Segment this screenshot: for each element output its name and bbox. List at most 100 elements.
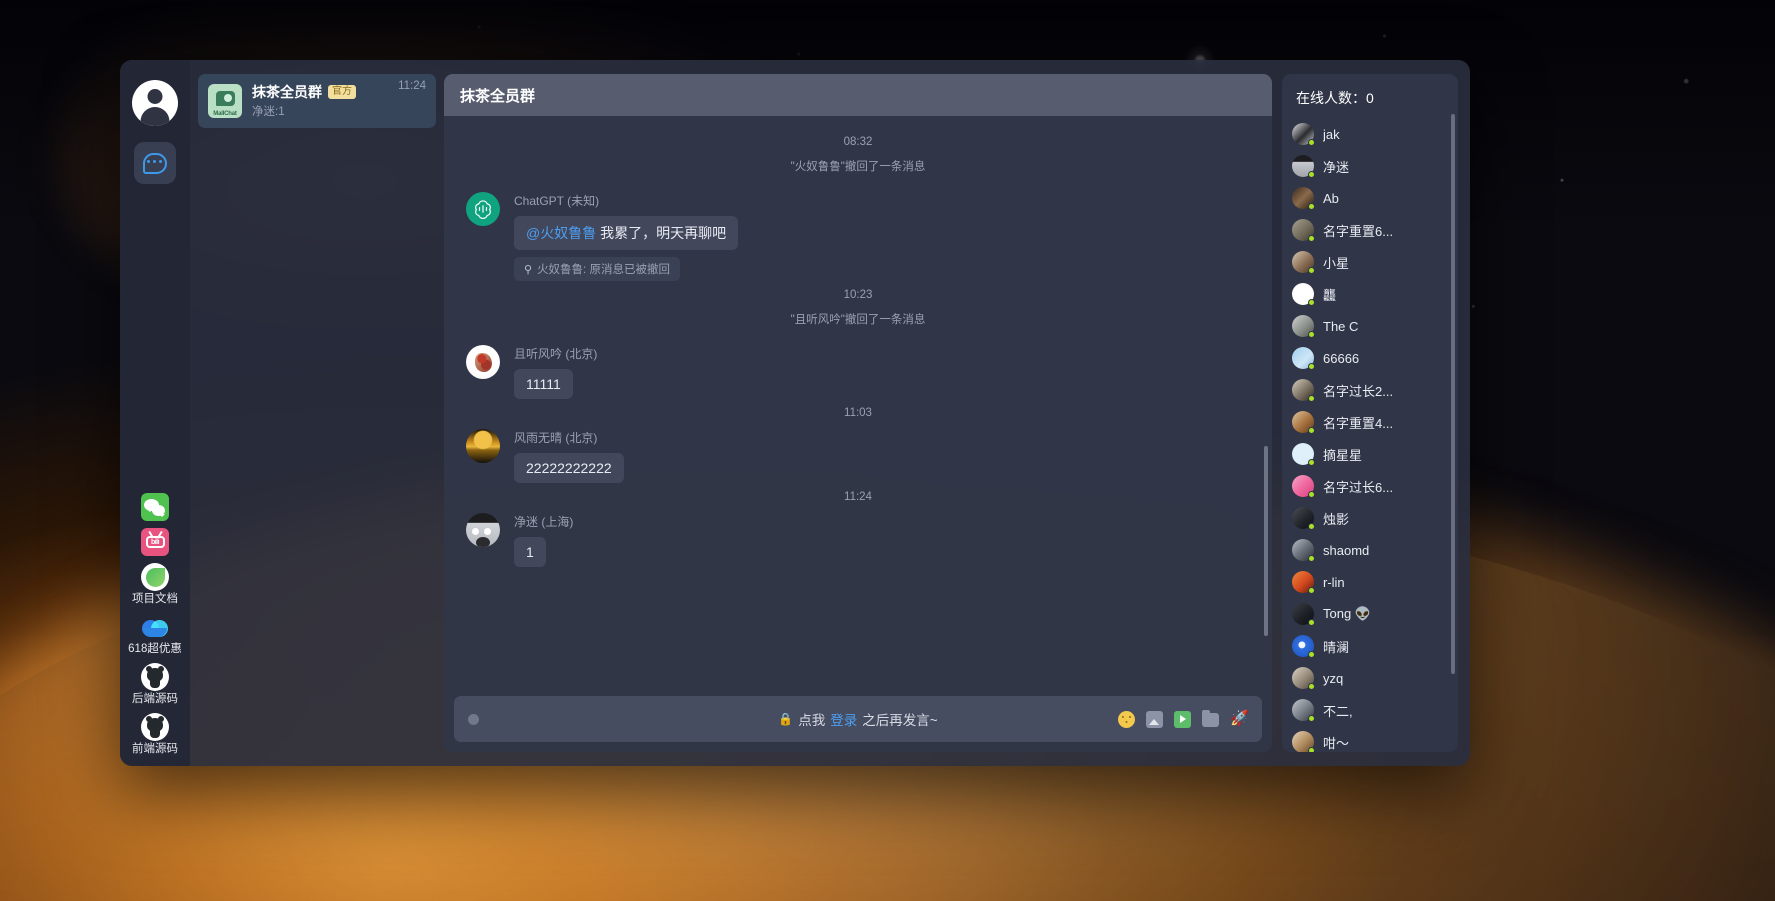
member-avatar (1292, 507, 1315, 530)
message-scrollbar[interactable] (1264, 446, 1268, 636)
member-avatar[interactable] (466, 513, 500, 547)
member-name: 咁～ (1323, 735, 1350, 751)
member-avatar[interactable] (466, 429, 500, 463)
composer-avatar-dot (468, 713, 479, 725)
message-bubble[interactable]: 11111 (514, 369, 573, 399)
shortcut-yuque[interactable]: 项目文档 (132, 563, 178, 606)
image-icon[interactable] (1146, 710, 1163, 728)
timestamp-divider: 08:32 (843, 136, 873, 148)
online-status-dot (1308, 267, 1315, 274)
emoji-icon[interactable] (1118, 710, 1135, 728)
member-list-item[interactable]: shaomd (1292, 534, 1458, 566)
shortcut-github-backend[interactable]: 后端源码 (132, 663, 178, 706)
chat-header: 抹茶全员群 (444, 74, 1272, 116)
member-list-item[interactable]: 净迷 (1292, 150, 1458, 182)
online-status-dot (1308, 619, 1315, 626)
message-bubble[interactable]: @火奴鲁鲁 我累了，明天再聊吧 (514, 216, 739, 250)
member-list-item[interactable]: yzq (1292, 662, 1458, 694)
member-avatar (1292, 571, 1315, 594)
bilibili-icon: bili (141, 528, 169, 556)
app-shortcuts: bili 项目文档 618超优惠 后端源码 前端源码 (120, 493, 190, 756)
message-bubble[interactable]: 22222222222 (514, 453, 624, 483)
member-list-item[interactable]: 烛影 (1292, 502, 1458, 534)
message-bubble[interactable]: 1 (514, 537, 546, 567)
timestamp-divider: 11:24 (844, 491, 872, 503)
message-body: 净迷 (上海) 1 (514, 513, 573, 567)
official-badge: 官方 (328, 85, 356, 99)
shortcut-github-frontend-label: 前端源码 (132, 743, 178, 755)
member-avatar (1292, 667, 1315, 690)
shortcut-yuque-label: 项目文档 (132, 593, 178, 605)
member-name: yzq (1323, 670, 1344, 686)
conversation-title: 抹茶全员群 (252, 84, 322, 100)
conversation-meta: 抹茶全员群 官方 净迷:1 (252, 82, 388, 120)
member-list-item[interactable]: 咁～ (1292, 726, 1458, 752)
message-row: 且听风吟 (北京) 11111 (466, 345, 1250, 399)
member-avatar (1292, 443, 1315, 466)
left-icon-rail: bili 项目文档 618超优惠 后端源码 前端源码 (120, 60, 190, 766)
login-link[interactable]: 登录 (830, 709, 857, 729)
member-name: Ab (1323, 190, 1339, 206)
member-list-item[interactable]: 小星 (1292, 246, 1458, 278)
member-avatar (1292, 187, 1315, 210)
lock-icon: 🔒 (778, 712, 794, 726)
member-list-item[interactable]: 66666 (1292, 342, 1458, 374)
message-row: 风雨无晴 (北京) 22222222222 (466, 429, 1250, 483)
member-avatar (1292, 155, 1315, 178)
member-list[interactable]: jak 净迷 Ab 名字重置6... 小星龘 The C 66666 名字过长2... 名字重置… (1282, 118, 1458, 752)
member-avatar (1292, 699, 1315, 722)
shortcut-wechat[interactable] (141, 493, 169, 521)
member-name: 龘 (1323, 287, 1337, 303)
video-icon[interactable] (1174, 710, 1191, 728)
online-status-dot (1308, 427, 1315, 434)
user-avatar[interactable] (132, 80, 178, 126)
member-list-item[interactable]: 名字过长2... (1292, 374, 1458, 406)
member-avatar (1292, 475, 1315, 498)
online-status-dot (1308, 235, 1315, 242)
member-list-item[interactable]: 晴澜 (1292, 630, 1458, 662)
message-body: ChatGPT (未知) @火奴鲁鲁 我累了，明天再聊吧 ⚲ 火奴鲁鲁: 原消息… (514, 192, 739, 281)
member-avatar (1292, 251, 1315, 274)
nav-chat-button[interactable] (134, 142, 176, 184)
member-name: 摘星星 (1323, 447, 1363, 463)
online-status-dot (1308, 587, 1315, 594)
member-list-item[interactable]: 名字重置6... (1292, 214, 1458, 246)
member-avatar (1292, 379, 1315, 402)
conversation-item[interactable]: MallChat 抹茶全员群 官方 净迷:1 11:24 (198, 74, 436, 128)
member-name: The C (1323, 318, 1359, 334)
member-list-item[interactable]: Tong 👽 (1292, 598, 1458, 630)
message-composer[interactable]: 🔒 点我 登录 之后再发言~ 🚀 (454, 696, 1262, 742)
member-list-item[interactable]: 龘 (1292, 278, 1458, 310)
member-name: 烛影 (1323, 511, 1350, 527)
member-name: 不二, (1323, 703, 1353, 719)
member-avatar[interactable] (466, 345, 500, 379)
chat-panel: 抹茶全员群 08:32 "火奴鲁鲁"撤回了一条消息 ChatGPT (未知) @… (444, 74, 1272, 752)
online-status-dot (1308, 459, 1315, 466)
member-name: 名字过长6... (1323, 479, 1394, 495)
wechat-icon (141, 493, 169, 521)
mention[interactable]: @火奴鲁鲁 (526, 225, 596, 241)
member-name: 小星 (1323, 255, 1350, 271)
member-list-item[interactable]: 摘星星 (1292, 438, 1458, 470)
chat-app-window: bili 项目文档 618超优惠 后端源码 前端源码 MallChat 抹茶全员… (120, 60, 1470, 766)
shortcut-bilibili[interactable]: bili (141, 528, 169, 556)
member-list-scrollbar[interactable] (1451, 114, 1455, 674)
online-status-dot (1308, 203, 1315, 210)
timestamp-divider: 10:23 (843, 289, 873, 301)
group-avatar-text: MallChat (213, 111, 237, 117)
member-list-item[interactable]: r-lin (1292, 566, 1458, 598)
member-list-item[interactable]: Ab (1292, 182, 1458, 214)
member-list-item[interactable]: jak (1292, 118, 1458, 150)
quoted-message[interactable]: ⚲ 火奴鲁鲁: 原消息已被撤回 (514, 257, 680, 281)
shortcut-tencent-cloud[interactable]: 618超优惠 (128, 613, 182, 656)
shortcut-github-frontend[interactable]: 前端源码 (132, 713, 178, 756)
folder-icon[interactable] (1202, 710, 1219, 727)
member-list-item[interactable]: 不二, (1292, 694, 1458, 726)
rocket-icon[interactable]: 🚀 (1230, 710, 1249, 728)
member-list-item[interactable]: 名字重置4... (1292, 406, 1458, 438)
member-avatar (1292, 219, 1315, 242)
member-list-item[interactable]: The C (1292, 310, 1458, 342)
member-list-item[interactable]: 名字过长6... (1292, 470, 1458, 502)
group-avatar: MallChat (208, 84, 242, 118)
chatgpt-avatar-icon[interactable] (466, 192, 500, 226)
